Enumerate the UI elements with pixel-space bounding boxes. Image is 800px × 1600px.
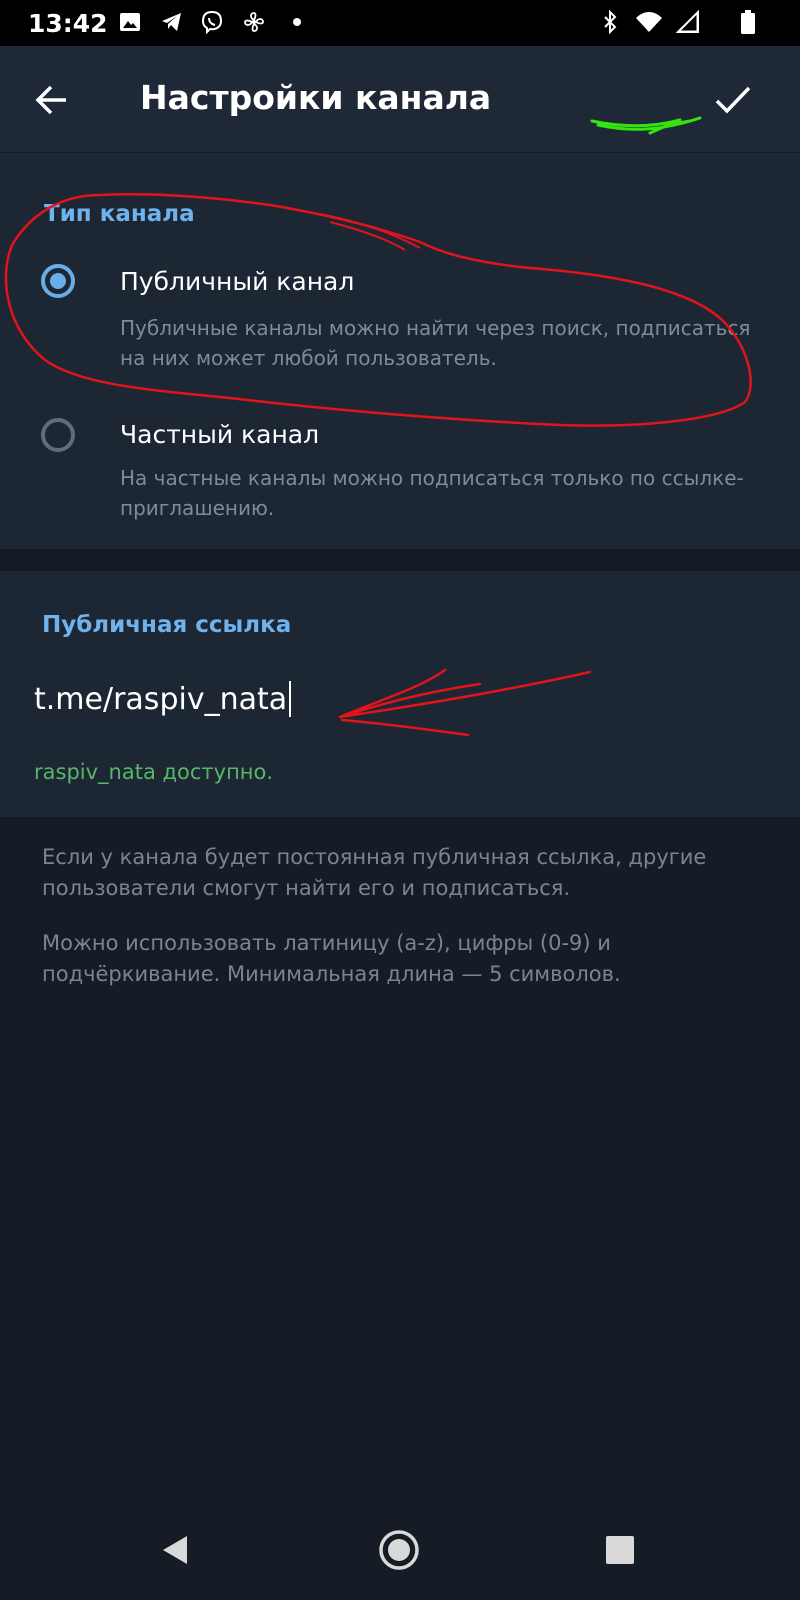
check-icon[interactable] <box>714 84 752 116</box>
home-circle-icon[interactable] <box>377 1528 421 1572</box>
private-channel-label: Частный канал <box>120 420 320 449</box>
public-link-header: Публичная ссылка <box>42 612 292 638</box>
link-value: raspiv_nata <box>113 681 288 717</box>
info-paragraph-2: Можно использовать латиницу (a-z), цифры… <box>42 931 621 986</box>
private-channel-option[interactable]: Частный канал На частные каналы можно по… <box>0 398 800 538</box>
section-divider <box>0 549 800 571</box>
system-nav-bar <box>0 1500 800 1600</box>
recents-square-icon[interactable] <box>598 1528 642 1572</box>
dot-icon <box>293 18 301 26</box>
public-link-input[interactable]: t.me/raspiv_nata <box>34 676 594 722</box>
bluetooth-icon <box>604 10 617 34</box>
radio-unselected[interactable] <box>41 418 75 452</box>
public-link-section: Публичная ссылка t.me/raspiv_nata raspiv… <box>0 571 800 817</box>
status-time: 13:42 <box>28 9 108 38</box>
public-channel-option[interactable]: Публичный канал Публичные каналы можно н… <box>0 243 800 383</box>
signal-icon <box>676 10 699 33</box>
info-paragraph-1: Если у канала будет постоянная публичная… <box>42 845 707 900</box>
radio-selected[interactable] <box>41 264 75 298</box>
availability-status: raspiv_nata доступно. <box>34 760 274 784</box>
arrow-left-icon[interactable] <box>34 82 70 118</box>
viber-icon <box>201 10 223 34</box>
telegram-icon <box>162 13 181 31</box>
public-channel-label: Публичный канал <box>120 267 355 296</box>
text-cursor <box>289 681 292 717</box>
page-title: Настройки канала <box>140 78 492 117</box>
wifi-icon <box>636 12 662 32</box>
app-bar: Настройки канала <box>0 46 800 152</box>
channel-type-section: Тип канала Публичный канал Публичные кан… <box>0 153 800 549</box>
channel-type-header: Тип канала <box>44 201 195 227</box>
battery-icon <box>741 10 755 34</box>
fan-icon <box>244 12 264 32</box>
status-bar: 13:42 <box>0 0 800 46</box>
back-triangle-icon[interactable] <box>155 1528 199 1572</box>
public-channel-description: Публичные каналы можно найти через поиск… <box>120 316 751 370</box>
private-channel-description: На частные каналы можно подписаться толь… <box>120 466 744 520</box>
gallery-icon <box>120 13 140 31</box>
link-prefix: t.me/ <box>34 681 114 717</box>
